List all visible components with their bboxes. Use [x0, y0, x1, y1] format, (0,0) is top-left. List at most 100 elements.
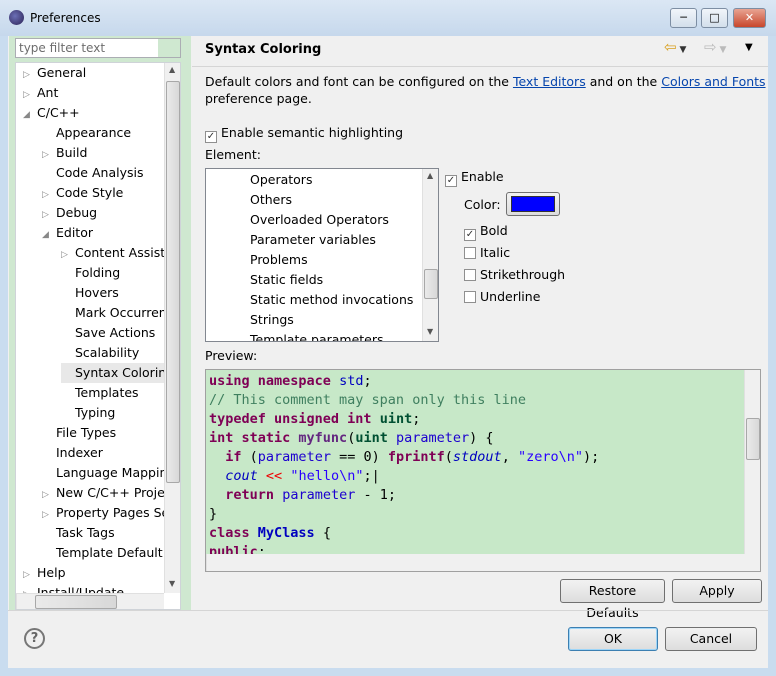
expand-arrow-icon[interactable]: ▷	[23, 65, 37, 85]
tree-item[interactable]: ▷ Help	[23, 563, 66, 583]
close-button[interactable]: ✕	[733, 8, 766, 28]
scroll-thumb[interactable]	[166, 81, 180, 483]
tree-item[interactable]: ▷ Code Style	[42, 183, 123, 203]
tree-item[interactable]: Scalability	[61, 343, 139, 363]
tree-item[interactable]: Indexer	[42, 443, 103, 463]
tree-item[interactable]: ▷ General	[23, 63, 86, 83]
description: Default colors and font can be configure…	[205, 74, 766, 106]
element-list-item[interactable]: Static fields	[250, 272, 323, 287]
tree-item[interactable]: Code Analysis	[42, 163, 143, 183]
expand-arrow-icon[interactable]: ◢	[23, 105, 37, 125]
semantic-highlighting-checkbox[interactable]: ✓ Enable semantic highlighting	[205, 125, 403, 143]
h-scroll-thumb[interactable]	[35, 595, 117, 609]
checkbox-unchecked[interactable]	[464, 269, 476, 281]
tree-item[interactable]: ▷ Property Pages Se	[42, 503, 169, 523]
element-list[interactable]: Operators Others Overloaded Operators Param…	[205, 168, 439, 342]
preview-editor[interactable]: using namespace std; // This comment may…	[205, 369, 761, 572]
expand-arrow-icon[interactable]: ▷	[42, 205, 56, 225]
tree-item[interactable]: ◢ C/C++	[23, 103, 80, 123]
eclipse-icon	[9, 10, 24, 25]
filter-input[interactable]: type filter text	[15, 38, 181, 58]
expand-arrow-icon[interactable]: ▷	[61, 245, 75, 265]
expand-arrow-icon[interactable]: ▷	[42, 485, 56, 505]
element-list-scrollbar[interactable]: ▲ ▼	[422, 169, 438, 341]
tree-item[interactable]: Syntax Coloring	[61, 363, 175, 383]
preference-tree: ▷ General ▷ Ant ◢ C/C++ Appearance ▷ Build Code A…	[15, 62, 181, 610]
apply-button[interactable]: Apply	[672, 579, 762, 603]
element-list-item[interactable]: Static method invocations	[250, 292, 413, 307]
strikethrough-checkbox[interactable]: Strikethrough	[464, 267, 565, 282]
italic-checkbox[interactable]: Italic	[464, 245, 510, 260]
tree-item[interactable]: Templates	[61, 383, 139, 403]
expand-arrow-icon[interactable]: ▷	[42, 185, 56, 205]
tree-item[interactable]: ▷ Build	[42, 143, 87, 163]
tree-item[interactable]: ▷ New C/C++ Projec	[42, 483, 172, 503]
tree-item[interactable]: Language Mappin	[42, 463, 167, 483]
scroll-up-arrow[interactable]: ▲	[169, 65, 175, 74]
expand-arrow-icon[interactable]: ▷	[23, 565, 37, 585]
forward-button[interactable]: ⇨ ▼	[704, 38, 726, 56]
tree-item[interactable]: File Types	[42, 423, 116, 443]
element-list-item[interactable]: Parameter variables	[250, 232, 376, 247]
element-list-item[interactable]: Strings	[250, 312, 294, 327]
enable-checkbox[interactable]: ✓ Enable	[445, 169, 504, 187]
tree-item[interactable]: ▷ Ant	[23, 83, 58, 103]
tree-item[interactable]: Task Tags	[42, 523, 115, 543]
cancel-button[interactable]: Cancel	[665, 627, 757, 651]
tree-item[interactable]: Appearance	[42, 123, 131, 143]
tree-item[interactable]: Save Actions	[61, 323, 155, 343]
view-menu-button[interactable]: ▼	[745, 42, 753, 53]
scroll-up-arrow[interactable]: ▲	[427, 171, 433, 180]
element-list-item[interactable]: Template parameters	[250, 332, 384, 341]
underline-checkbox[interactable]: Underline	[464, 289, 540, 304]
element-label: Element:	[205, 147, 261, 162]
tree-item[interactable]: Template Default V	[42, 543, 175, 563]
restore-defaults-button[interactable]: Restore Defaults	[560, 579, 665, 620]
preview-vertical-scrollbar[interactable]	[744, 370, 760, 554]
checkbox-checked[interactable]: ✓	[205, 131, 217, 143]
element-list-item[interactable]: Overloaded Operators	[250, 212, 389, 227]
checkbox-checked[interactable]: ✓	[445, 175, 457, 187]
tree-item[interactable]: Mark Occurren	[61, 303, 167, 323]
tree-horizontal-scrollbar[interactable]	[16, 593, 164, 609]
scroll-down-arrow[interactable]: ▼	[169, 579, 175, 588]
element-list-item[interactable]: Operators	[250, 172, 312, 187]
expand-arrow-icon[interactable]: ◢	[42, 225, 56, 245]
tree-item-label: Ant	[37, 85, 59, 100]
tree-item[interactable]: ▷ Debug	[42, 203, 97, 223]
text-editors-link[interactable]: Text Editors	[513, 74, 586, 89]
colors-and-fonts-link[interactable]: Colors and Fonts	[661, 74, 765, 89]
tree-item-label: Template Default V	[56, 545, 176, 560]
tree-item[interactable]: Hovers	[61, 283, 119, 303]
scroll-thumb[interactable]	[424, 269, 438, 299]
scroll-thumb[interactable]	[746, 418, 760, 460]
minimize-button[interactable]: ─	[670, 8, 697, 28]
color-label: Color:	[464, 197, 501, 212]
tree-item-label: Save Actions	[75, 325, 156, 340]
expand-arrow-icon[interactable]: ▷	[23, 85, 37, 105]
ok-button[interactable]: OK	[568, 627, 658, 651]
tree-item[interactable]: Typing	[61, 403, 115, 423]
tree-item[interactable]: ◢ Editor	[42, 223, 93, 243]
scroll-down-arrow[interactable]: ▼	[427, 327, 433, 336]
element-list-item[interactable]: Others	[250, 192, 292, 207]
tree-item[interactable]: Folding	[61, 263, 120, 283]
preview-horizontal-scrollbar[interactable]	[206, 554, 760, 571]
help-icon[interactable]: ?	[24, 628, 45, 649]
tree-item[interactable]: ▷ Content Assist	[61, 243, 165, 263]
bold-checkbox[interactable]: ✓ Bold	[464, 223, 508, 241]
maximize-button[interactable]: □	[701, 8, 728, 28]
expand-arrow-icon[interactable]: ▷	[42, 145, 56, 165]
tree-item-label: File Types	[56, 425, 117, 440]
back-button[interactable]: ⇦ ▼	[664, 38, 686, 56]
tree-item-label: Scalability	[75, 345, 140, 360]
expand-arrow-icon[interactable]: ▷	[42, 505, 56, 525]
tree-vertical-scrollbar[interactable]: ▲ ▼	[164, 63, 180, 593]
checkbox-unchecked[interactable]	[464, 291, 476, 303]
checkbox-unchecked[interactable]	[464, 247, 476, 259]
clear-filter-icon[interactable]	[158, 39, 180, 57]
checkbox-checked[interactable]: ✓	[464, 229, 476, 241]
color-picker-button[interactable]	[506, 192, 560, 216]
tree-item-label: Indexer	[56, 445, 103, 460]
element-list-item[interactable]: Problems	[250, 252, 308, 267]
